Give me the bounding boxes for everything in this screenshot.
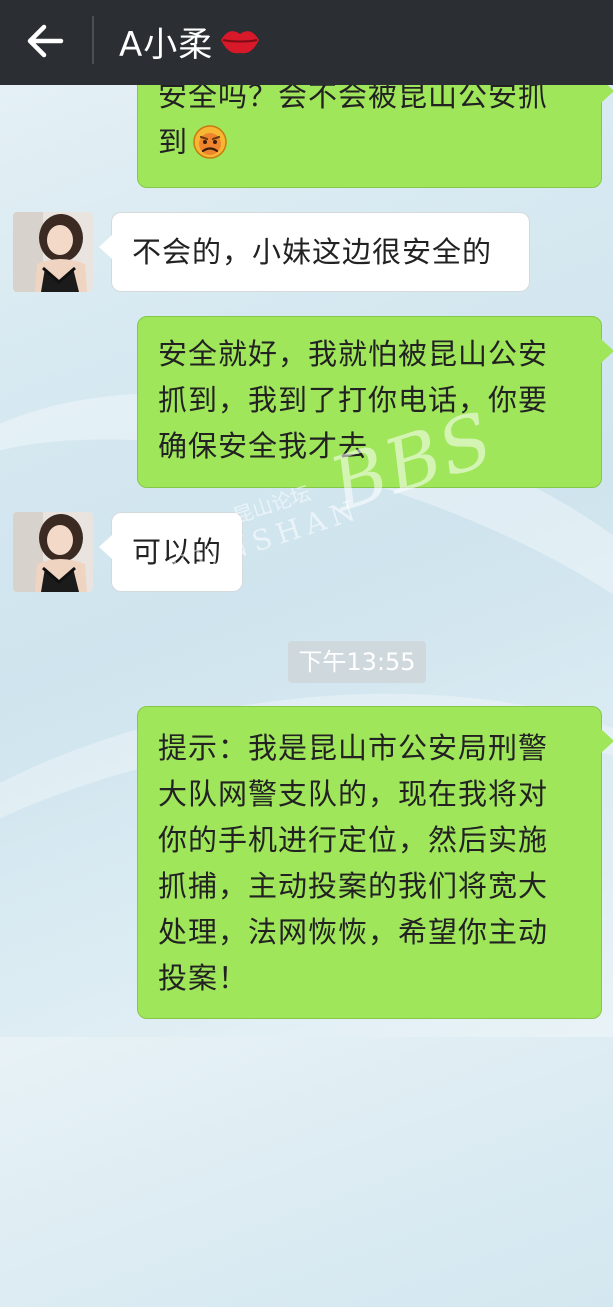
message-text-line: 确保安全我才去: [158, 429, 369, 463]
message-text-line: 抓捕，主动投案的我们将宽大: [158, 869, 549, 903]
avatar-image: [13, 512, 93, 592]
message-text: 可以的: [132, 535, 223, 569]
message-text-line: 到: [158, 119, 581, 165]
timestamp-badge: 下午13:55: [288, 641, 426, 683]
message-text-line: 安全就好，我就怕被昆山公安: [158, 337, 549, 371]
contact-avatar[interactable]: [13, 212, 93, 292]
incoming-message[interactable]: 可以的: [99, 512, 243, 592]
avatar-image: [13, 212, 93, 292]
back-button[interactable]: [14, 14, 76, 68]
arrow-left-icon: [27, 24, 64, 58]
worried-face-icon: [193, 125, 227, 159]
message-text-line: 处理，法网恢恢，希望你主动: [158, 915, 549, 949]
chat-title: A小柔: [119, 24, 214, 65]
contact-avatar[interactable]: [13, 512, 93, 592]
message-text: 不会的，小妹这边很安全的: [132, 235, 493, 269]
message-text-line: 投案！: [158, 961, 249, 995]
outgoing-message[interactable]: 安全就好，我就怕被昆山公安 抓到，我到了打你电话，你要 确保安全我才去: [137, 316, 613, 488]
message-text-line: 抓到，我到了打你电话，你要: [158, 383, 549, 417]
lips-icon: [221, 31, 260, 54]
outgoing-message[interactable]: 提示：我是昆山市公安局刑警 大队网警支队的，现在我将对 你的手机进行定位，然后实…: [137, 706, 613, 1019]
message-text-line: 大队网警支队的，现在我将对: [158, 777, 549, 811]
message-text-line: 提示：我是昆山市公安局刑警: [158, 731, 549, 765]
message-text: 到: [158, 125, 189, 159]
message-text-line: 你的手机进行定位，然后实施: [158, 823, 549, 857]
chat-title-area[interactable]: A小柔: [119, 14, 261, 68]
header-divider: [92, 16, 94, 64]
chat-header: A小柔: [0, 0, 613, 85]
incoming-message[interactable]: 不会的，小妹这边很安全的: [99, 212, 530, 292]
